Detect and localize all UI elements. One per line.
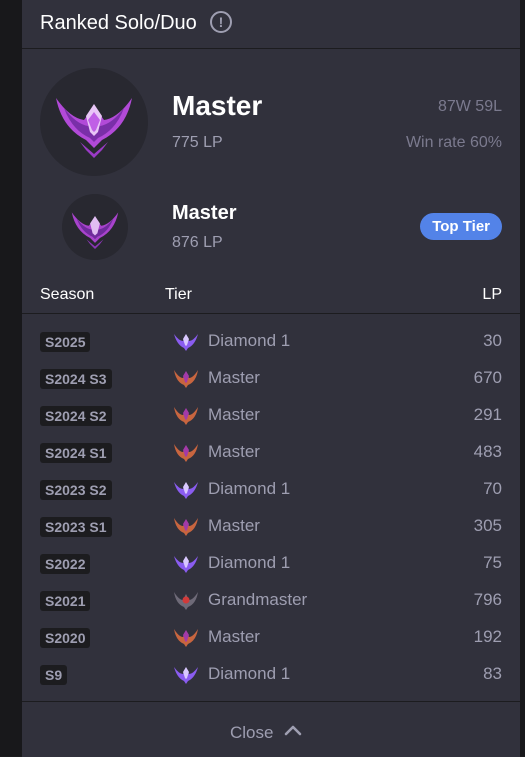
info-icon[interactable]: ! — [210, 11, 232, 33]
season-chip: S2024 S1 — [40, 443, 112, 463]
season-history-list: S2025 Diamond 1 30 S2024 S3 Master 670 S… — [22, 322, 520, 692]
row-lp: 192 — [473, 627, 502, 646]
header-divider — [22, 313, 520, 314]
win-rate: Win rate 60% — [405, 134, 502, 151]
season-chip: S2023 S1 — [40, 517, 112, 537]
table-row: S2023 S2 Diamond 1 70 — [22, 470, 520, 507]
tier-name: Master — [208, 405, 260, 424]
season-chip: S2024 S3 — [40, 369, 112, 389]
right-background — [520, 0, 525, 756]
diamond-icon — [174, 556, 198, 573]
row-lp: 83 — [483, 664, 502, 683]
win-loss-record: 87W 59L — [437, 98, 502, 115]
left-background — [0, 0, 22, 756]
season-chip: S2022 — [40, 554, 91, 574]
master-emblem-icon — [40, 68, 148, 176]
table-row: S2023 S1 Master 305 — [22, 507, 520, 544]
peak-tier: Master — [172, 202, 237, 224]
diamond-icon — [174, 667, 198, 684]
tier-name: Diamond 1 — [208, 553, 291, 572]
season-chip: S2025 — [40, 332, 91, 352]
season-chip: S2024 S2 — [40, 406, 112, 426]
table-row: S2024 S1 Master 483 — [22, 433, 520, 470]
row-lp: 75 — [483, 553, 502, 572]
row-lp: 670 — [473, 368, 502, 387]
tier-column-header: Tier — [165, 286, 192, 303]
table-row: S2022 Diamond 1 75 — [22, 544, 520, 581]
tier-name: Diamond 1 — [208, 331, 291, 350]
season-chip: S9 — [40, 665, 68, 685]
row-lp: 291 — [473, 405, 502, 424]
season-chip: S2020 — [40, 628, 91, 648]
tier-name: Master — [208, 442, 260, 461]
season-chip: S2021 — [40, 591, 91, 611]
season-column-header: Season — [40, 286, 95, 303]
tier-name: Master — [208, 627, 260, 646]
tier-name: Diamond 1 — [208, 479, 291, 498]
tier-name: Master — [208, 368, 260, 387]
master-icon — [174, 407, 198, 425]
table-row: S2025 Diamond 1 30 — [22, 322, 520, 359]
tier-name: Grandmaster — [208, 590, 308, 609]
diamond-icon — [174, 334, 198, 351]
ranked-card: Ranked Solo/Duo ! Master 775 LP 87W 59L … — [22, 0, 520, 757]
tier-name: Diamond 1 — [208, 664, 291, 683]
peak-lp: 876 LP — [172, 234, 223, 251]
queue-title: Ranked Solo/Duo — [40, 12, 197, 34]
close-button[interactable]: Close — [22, 701, 520, 757]
season-chip: S2023 S2 — [40, 480, 112, 500]
row-lp: 796 — [473, 590, 502, 609]
row-lp: 483 — [473, 442, 502, 461]
table-row: S2024 S3 Master 670 — [22, 359, 520, 396]
current-tier: Master — [172, 90, 263, 121]
chevron-up-icon — [284, 725, 302, 736]
table-row: S2021 Grandmaster 796 — [22, 581, 520, 618]
row-lp: 305 — [473, 516, 502, 535]
row-lp: 70 — [483, 479, 502, 498]
tier-name: Master — [208, 516, 260, 535]
close-label: Close — [230, 723, 274, 742]
top-tier-badge: Top Tier — [420, 213, 502, 240]
diamond-icon — [174, 482, 198, 499]
master-icon — [174, 370, 198, 388]
master-icon — [174, 444, 198, 462]
lp-column-header: LP — [482, 286, 502, 303]
row-lp: 30 — [483, 331, 502, 350]
peak-master-emblem-icon — [62, 194, 128, 260]
grandmaster-icon — [174, 592, 198, 610]
card-header: Ranked Solo/Duo ! — [22, 0, 520, 49]
master-icon — [174, 518, 198, 536]
current-lp: 775 LP — [172, 134, 223, 151]
table-row: S2020 Master 192 — [22, 618, 520, 655]
table-row: S2024 S2 Master 291 — [22, 396, 520, 433]
master-icon — [174, 629, 198, 647]
table-row: S9 Diamond 1 83 — [22, 655, 520, 692]
